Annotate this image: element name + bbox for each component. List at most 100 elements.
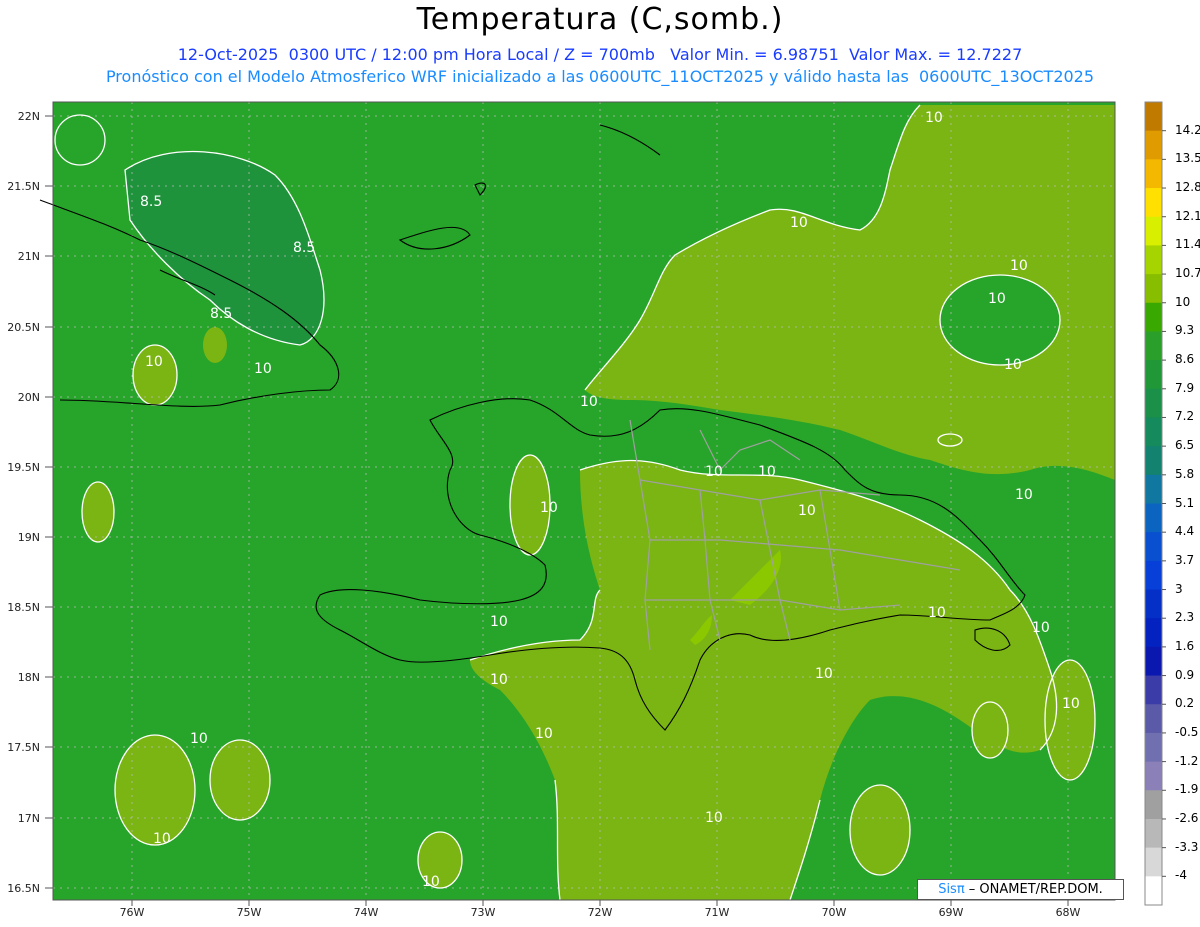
lon-tick-label: 69W xyxy=(939,906,964,919)
colorbar-tick-label: 13.5 xyxy=(1175,151,1200,166)
colorbar-swatch xyxy=(1145,818,1162,849)
lat-tick-label: 21.5N xyxy=(7,180,40,193)
lat-tick-label: 19.5N xyxy=(7,461,40,474)
colorbar-swatch xyxy=(1145,704,1162,734)
colorbar-swatch xyxy=(1145,790,1162,820)
contour-label: 10 xyxy=(1004,357,1022,373)
lon-tick-label: 75W xyxy=(237,906,262,919)
colorbar-swatch xyxy=(1145,417,1162,447)
colorbar-swatch xyxy=(1145,130,1162,160)
colorbar-tick-label: 3 xyxy=(1175,581,1183,596)
colorbar-tick-label: 12.8 xyxy=(1175,180,1200,195)
contour-label: 10 xyxy=(540,500,558,516)
contour-label: 10 xyxy=(490,614,508,630)
lat-tick-label: 18N xyxy=(18,671,40,684)
colorbar-swatch xyxy=(1145,245,1162,275)
lon-tick-label: 76W xyxy=(120,906,145,919)
contour-label: 8.5 xyxy=(210,306,232,322)
lat-ticks xyxy=(45,115,53,889)
colorbar-tick-label: 10.7 xyxy=(1175,266,1200,281)
colorbar-swatch xyxy=(1145,503,1162,533)
colorbar-swatch xyxy=(1145,646,1162,677)
contour-label: 10 xyxy=(1032,620,1050,636)
lat-tick-label: 20N xyxy=(18,391,40,404)
lat-tick-label: 19N xyxy=(18,531,40,544)
colorbar-tick-label: 1.6 xyxy=(1175,638,1195,653)
contour-label: 10 xyxy=(758,464,776,480)
colorbar-tick-label: 8.6 xyxy=(1175,352,1195,367)
lat-axis: 22N 21.5N 21N 20.5N 20N 19.5N 19N 18.5N … xyxy=(7,110,40,895)
lat-tick-label: 17N xyxy=(18,812,40,825)
colorbar-tick-label: 14.2 xyxy=(1175,122,1200,137)
contour-label: 10 xyxy=(1010,258,1028,274)
credit-text: – ONAMET/REP.DOM. xyxy=(964,882,1103,897)
colorbar-swatch xyxy=(1145,532,1162,562)
colorbar-swatch xyxy=(1145,560,1162,591)
colorbar-swatch xyxy=(1145,188,1162,218)
colorbar-tick-label: 0.9 xyxy=(1175,667,1195,682)
colorbar-tick-label: -4 xyxy=(1175,868,1187,883)
colorbar-tick-label: 3.7 xyxy=(1175,552,1195,567)
colorbar-tick-label: 2.3 xyxy=(1175,610,1195,625)
contour-label: 10 xyxy=(790,215,808,231)
colorbar-tick-label: 5.1 xyxy=(1175,495,1195,510)
contour-label: 10 xyxy=(925,110,943,126)
lat-tick-label: 17.5N xyxy=(7,741,40,754)
colorbar xyxy=(1144,101,1166,906)
colorbar-swatch xyxy=(1145,446,1162,476)
colorbar-tick-label: 11.4 xyxy=(1175,237,1200,252)
warm-spot xyxy=(203,327,227,363)
colorbar-swatch xyxy=(1145,388,1162,418)
contour-label: 10 xyxy=(153,831,171,847)
colorbar-tick-label: 7.9 xyxy=(1175,380,1195,395)
contour-label: 10 xyxy=(928,605,946,621)
contour-label: 10 xyxy=(145,354,163,370)
lat-tick-label: 16.5N xyxy=(7,882,40,895)
lon-ticks xyxy=(131,900,1069,906)
contour-label: 10 xyxy=(190,731,208,747)
lon-tick-label: 71W xyxy=(705,906,730,919)
colorbar-swatch xyxy=(1145,102,1162,132)
lat-tick-label: 22N xyxy=(18,110,40,123)
lon-tick-label: 73W xyxy=(471,906,496,919)
map-figure: 8.5 8.5 8.5 10 10 10 10 10 10 10 10 10 1… xyxy=(7,101,1166,919)
colorbar-swatch xyxy=(1145,589,1162,619)
contour-label: 8.5 xyxy=(293,240,315,256)
contour-label: 10 xyxy=(580,394,598,410)
colorbar-swatch xyxy=(1145,761,1162,791)
colorbar-swatch xyxy=(1145,216,1162,246)
contour-label: 10 xyxy=(535,726,553,742)
colorbar-tick-label: 6.5 xyxy=(1175,438,1195,453)
contour-label: 10 xyxy=(798,503,816,519)
contour-label: 8.5 xyxy=(140,194,162,210)
colorbar-swatch xyxy=(1145,847,1162,877)
colorbar-tick-label: -0.5 xyxy=(1175,724,1199,739)
colorbar-swatch xyxy=(1145,302,1162,332)
contour-label: 10 xyxy=(1062,696,1080,712)
lat-tick-label: 18.5N xyxy=(7,601,40,614)
contour-label: 10 xyxy=(815,666,833,682)
lon-tick-label: 70W xyxy=(822,906,847,919)
contour-label: 10 xyxy=(1015,487,1033,503)
lon-axis: 76W 75W 74W 73W 72W 71W 70W 69W 68W xyxy=(120,906,1081,919)
contour-label: 10 xyxy=(705,810,723,826)
colorbar-swatch xyxy=(1145,474,1162,504)
colorbar-swatch xyxy=(1145,274,1162,304)
contour-label: 10 xyxy=(988,291,1006,307)
colorbar-tick-label: -3.3 xyxy=(1175,839,1199,854)
colorbar-tick-label: -1.9 xyxy=(1175,782,1199,797)
colorbar-swatch xyxy=(1145,331,1162,361)
colorbar-swatch xyxy=(1145,618,1162,648)
colorbar-tick-label: 0.2 xyxy=(1175,696,1195,711)
colorbar-tick-label: -2.6 xyxy=(1175,810,1199,825)
lon-tick-label: 74W xyxy=(354,906,379,919)
colorbar-tick-label: 9.3 xyxy=(1175,323,1195,338)
colorbar-tick-label: 5.8 xyxy=(1175,466,1195,481)
colorbar-swatch xyxy=(1145,876,1162,906)
lon-tick-label: 68W xyxy=(1056,906,1081,919)
colorbar-tick-label: 4.4 xyxy=(1175,524,1195,539)
colorbar-swatch xyxy=(1145,732,1162,763)
contour-label: 10 xyxy=(254,361,272,377)
colorbar-tick-label: 7.2 xyxy=(1175,409,1195,424)
credit-brand: Sisπ xyxy=(938,882,965,897)
